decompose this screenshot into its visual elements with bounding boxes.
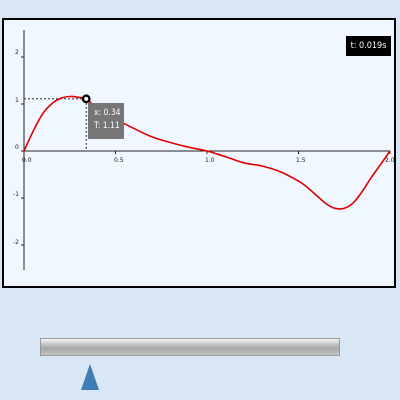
y-tick-label: 0 [15, 144, 19, 151]
x-tick-label: 1.0 [205, 157, 215, 164]
line-plot [21, 30, 391, 270]
y-tick-label: -1 [13, 191, 19, 198]
slider-handle[interactable] [81, 364, 99, 390]
x-tick-label: 2.0 [385, 157, 395, 164]
data-point-marker [81, 94, 91, 104]
y-tick-label: 1 [15, 97, 19, 104]
y-tick-label: 2 [15, 49, 19, 56]
time-readout: t: 0.019s [346, 36, 391, 56]
x-tick-label: 1.5 [296, 157, 306, 164]
plot-panel: t: 0.019s x: 0.34 T: 1.11 0.0 0.5 1.0 1.… [2, 18, 396, 288]
tooltip-x-value: x: 0.34 [94, 108, 121, 118]
x-tick-label: 0.5 [114, 157, 124, 164]
point-tooltip: x: 0.34 T: 1.11 [88, 103, 124, 139]
y-tick-label: -2 [13, 239, 19, 246]
tooltip-t-value: T: 1.11 [94, 121, 120, 131]
x-tick-label: 0.0 [22, 157, 32, 164]
time-slider-track[interactable] [40, 338, 340, 356]
